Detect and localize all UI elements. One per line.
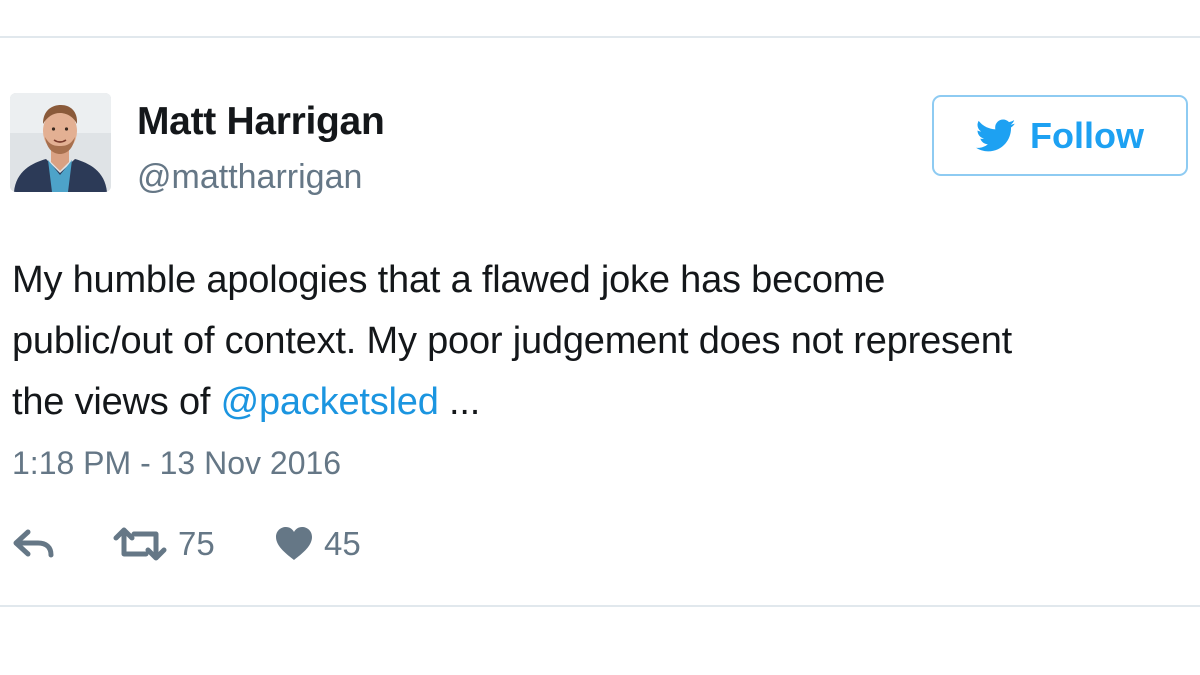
retweet-icon: [113, 527, 167, 561]
bottom-divider: [0, 605, 1200, 607]
follow-button[interactable]: Follow: [932, 95, 1188, 176]
tweet-text-ellipsis: ...: [438, 381, 481, 423]
tweet-text-line: the views of @packetsled ...: [12, 372, 1197, 433]
follow-label: Follow: [1030, 114, 1144, 156]
tweet-timestamp[interactable]: 1:18 PM - 13 Nov 2016: [12, 445, 341, 482]
tweet-text-segment: the views of: [12, 381, 221, 423]
retweet-button[interactable]: 75: [112, 520, 215, 568]
like-button[interactable]: 45: [274, 520, 361, 568]
retweet-count: 75: [178, 525, 215, 562]
twitter-bird-icon: [976, 119, 1016, 153]
tweet-text-line: public/out of context. My poor judgement…: [12, 320, 1013, 362]
avatar[interactable]: [10, 93, 111, 192]
tweet-text-line: My humble apologies that a flawed joke h…: [12, 259, 886, 301]
tweet-text: My humble apologies that a flawed joke h…: [12, 250, 1197, 433]
like-count: 45: [324, 525, 361, 562]
author-name[interactable]: Matt Harrigan: [137, 100, 385, 144]
profile-photo: [10, 93, 111, 192]
top-divider: [0, 36, 1200, 38]
reply-icon: [13, 529, 54, 558]
reply-button[interactable]: [12, 520, 56, 568]
author-handle[interactable]: @mattharrigan: [137, 158, 362, 197]
mention-link[interactable]: @packetsled: [221, 381, 439, 423]
heart-icon: [276, 527, 312, 560]
